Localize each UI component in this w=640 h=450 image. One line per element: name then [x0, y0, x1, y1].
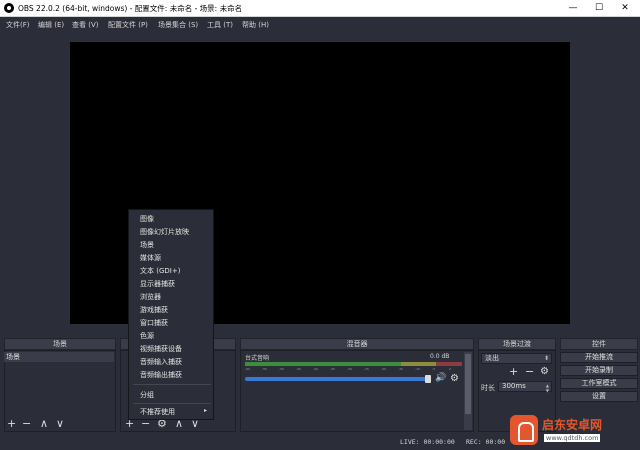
- mixer-dock-header: 混音器: [240, 338, 474, 350]
- ctx-item-browser[interactable]: 浏览器: [140, 292, 161, 302]
- meter-tick: -30: [347, 367, 352, 371]
- meter-tick: -15: [398, 367, 403, 371]
- remove-scene-icon[interactable]: −: [22, 418, 31, 429]
- ctx-item-video-capture-device[interactable]: 视频捕获设备: [140, 344, 182, 354]
- ctx-item-media-source[interactable]: 媒体源: [140, 253, 161, 263]
- ctx-item-group[interactable]: 分组: [140, 390, 154, 400]
- minimize-button[interactable]: —: [560, 0, 586, 16]
- menu-view[interactable]: 查看 (V): [72, 20, 98, 30]
- add-transition-icon[interactable]: +: [509, 366, 518, 377]
- meter-tick: 0: [449, 367, 451, 371]
- ctx-item-deprecated[interactable]: 不推荐使用: [140, 407, 175, 417]
- meter-tick: -60: [245, 367, 250, 371]
- meter-tick: -10: [415, 367, 420, 371]
- menu-file[interactable]: 文件(F): [6, 20, 30, 30]
- volume-slider-handle[interactable]: [425, 375, 431, 383]
- ctx-separator: [133, 384, 211, 385]
- watermark-url: www.qdtdh.com: [544, 434, 601, 442]
- dropdown-arrow-icon: ⬍: [543, 355, 549, 362]
- remove-transition-icon[interactable]: −: [525, 366, 534, 377]
- title-bar: OBS 22.0.2 (64-bit, windows) - 配置文件: 未命名…: [0, 0, 640, 17]
- menu-bar: 文件(F) 编辑 (E) 查看 (V) 配置文件 (P) 场景集合 (S) 工具…: [0, 17, 640, 32]
- watermark-title: 启东安卓网: [542, 418, 603, 432]
- watermark-logo-icon: [510, 415, 538, 445]
- ctx-item-image-slideshow[interactable]: 图像幻灯片放映: [140, 227, 189, 237]
- add-scene-icon[interactable]: +: [7, 418, 16, 429]
- scenes-dock-header: 场景: [4, 338, 116, 350]
- controls-dock-header: 控件: [560, 338, 638, 350]
- window-title: OBS 22.0.2 (64-bit, windows) - 配置文件: 未命名…: [18, 4, 243, 13]
- meter-tick: -40: [313, 367, 318, 371]
- audio-level-meter: [245, 362, 462, 366]
- volume-slider[interactable]: [245, 377, 431, 381]
- meter-tick: -35: [330, 367, 335, 371]
- meter-tick: -5: [432, 367, 435, 371]
- meter-tick: -20: [381, 367, 386, 371]
- ctx-item-color-source[interactable]: 色源: [140, 331, 154, 341]
- transition-settings-gear-icon[interactable]: ⚙: [540, 366, 549, 377]
- meter-scale: -60 -55 -50 -45 -40 -35 -30 -25 -20 -15 …: [245, 367, 462, 371]
- duration-spinbox[interactable]: 300ms ▲ ▼: [498, 381, 552, 395]
- ctx-item-game-capture[interactable]: 游戏捕获: [140, 305, 168, 315]
- obs-logo-icon: [4, 3, 14, 13]
- duration-label: 时长: [481, 384, 495, 392]
- transition-select-value: 淡出: [485, 354, 499, 362]
- start-streaming-button[interactable]: 开始推流: [560, 352, 638, 363]
- menu-help[interactable]: 帮助 (H): [242, 20, 269, 30]
- add-source-context-menu: 图像 图像幻灯片放映 场景 媒体源 文本 (GDI+) 显示器捕获 浏览器 游戏…: [128, 209, 214, 420]
- meter-tick: -25: [364, 367, 369, 371]
- mixer-channel-name: 台式音响: [245, 355, 270, 362]
- settings-button[interactable]: 设置: [560, 391, 638, 402]
- transitions-dock-header: 场景过渡: [478, 338, 556, 350]
- ctx-item-audio-output-capture[interactable]: 音频输出捕获: [140, 370, 182, 380]
- mixer-scrollbar-thumb[interactable]: [465, 354, 471, 414]
- ctx-item-image[interactable]: 图像: [140, 214, 154, 224]
- rec-timer: REC: 00:00: [466, 438, 506, 446]
- duration-value: 300ms: [502, 382, 526, 390]
- meter-tick: -55: [262, 367, 267, 371]
- ctx-item-scene[interactable]: 场景: [140, 240, 154, 250]
- ctx-item-audio-input-capture[interactable]: 音频输入捕获: [140, 357, 182, 367]
- scene-list-item[interactable]: 场景: [4, 352, 114, 362]
- ctx-separator: [133, 403, 211, 404]
- start-recording-button[interactable]: 开始录制: [560, 365, 638, 376]
- studio-mode-button[interactable]: 工作室模式: [560, 378, 638, 389]
- meter-tick: -45: [296, 367, 301, 371]
- meter-tick: -50: [279, 367, 284, 371]
- mixer-settings-gear-icon[interactable]: ⚙: [450, 373, 459, 384]
- live-timer: LIVE: 00:00:00: [400, 438, 455, 446]
- mixer-level-readout: 0.0 dB: [430, 353, 450, 360]
- ctx-item-text-gdi[interactable]: 文本 (GDI+): [140, 266, 180, 276]
- scene-list-empty-area[interactable]: [5, 363, 115, 415]
- scene-down-icon[interactable]: ∨: [56, 418, 64, 429]
- ctx-item-window-capture[interactable]: 窗口捕获: [140, 318, 168, 328]
- ctx-item-display-capture[interactable]: 显示器捕获: [140, 279, 175, 289]
- menu-edit[interactable]: 编辑 (E): [38, 20, 64, 30]
- close-button[interactable]: ✕: [612, 0, 638, 16]
- watermark: 启东安卓网 www.qdtdh.com: [510, 412, 640, 450]
- maximize-button[interactable]: ☐: [586, 0, 612, 16]
- spin-down-icon[interactable]: ▼: [546, 386, 549, 395]
- menu-tools[interactable]: 工具 (T): [207, 20, 233, 30]
- submenu-arrow-icon: ▸: [203, 407, 207, 414]
- menu-profile[interactable]: 配置文件 (P): [108, 20, 148, 30]
- mixer-scrollbar[interactable]: [464, 352, 472, 430]
- speaker-mute-icon[interactable]: 🔊: [435, 373, 446, 384]
- transition-select[interactable]: 淡出 ⬍: [481, 353, 552, 364]
- scene-up-icon[interactable]: ∧: [40, 418, 48, 429]
- menu-scene-collection[interactable]: 场景集合 (S): [158, 20, 198, 30]
